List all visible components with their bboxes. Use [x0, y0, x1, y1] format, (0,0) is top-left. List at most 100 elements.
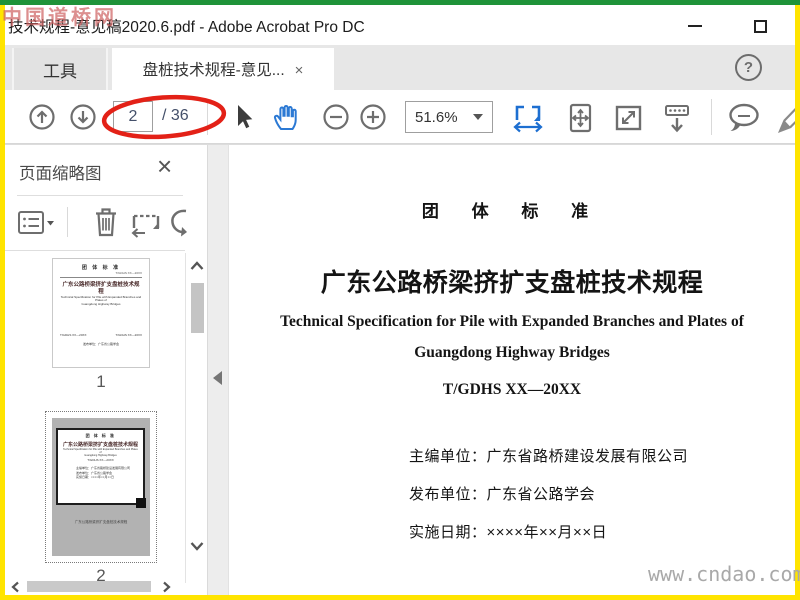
window-frame-right	[795, 0, 800, 600]
arrow-up-circle-icon	[29, 104, 55, 130]
minus-circle-icon	[323, 104, 349, 130]
collapse-panel-icon[interactable]	[213, 371, 222, 385]
doc-publisher: 发布单位：广东省公路学会	[409, 486, 596, 503]
tab-tools[interactable]: 工具	[12, 48, 108, 90]
fit-width-button[interactable]	[511, 102, 545, 134]
mini-standard-number: T/GDHS XX—20XX	[87, 458, 114, 463]
mini-standard-number: T/GDHS XX—20XX	[115, 271, 142, 275]
comment-tool-button[interactable]	[725, 102, 763, 134]
thumbnails-panel: 页面缩略图 × 团 体 标 准 T/GDHS XX—20XX 广东公路桥梁挤扩支…	[5, 145, 207, 596]
doc-chief-editor: 主编单位：广东省路桥建设发展有限公司	[409, 448, 689, 465]
chevron-down-icon	[473, 114, 483, 120]
main-area: 页面缩略图 × 团 体 标 准 T/GDHS XX—20XX 广东公路桥梁挤扩支…	[5, 144, 795, 596]
scroll-down-icon[interactable]	[189, 539, 205, 553]
doc-standard-number: T/GDHS XX—20XX	[442, 381, 582, 398]
mini-title: 广东公路桥梁挤扩支盘桩技术规程	[62, 282, 140, 295]
doc-subtitle-en-2: Guangdong Highway Bridges	[414, 344, 610, 361]
scrolling-mode-button[interactable]	[660, 102, 694, 134]
thumbnail-1-label: 1	[96, 372, 106, 391]
zoom-out-button[interactable]	[321, 102, 351, 132]
trash-icon	[96, 208, 116, 237]
mini-publisher: 发布单位：广东省公路学会	[82, 342, 119, 347]
comment-bubble-icon	[729, 103, 759, 131]
scroll-left-icon[interactable]	[9, 580, 25, 594]
previous-page-button[interactable]	[27, 102, 57, 132]
full-screen-icon	[615, 105, 642, 131]
panel-separator	[67, 207, 68, 237]
mini-header: 团 体 标 准	[81, 265, 121, 271]
zoom-level-select[interactable]: 51.6%	[405, 101, 493, 133]
plus-circle-icon	[360, 104, 386, 130]
full-screen-button[interactable]	[611, 102, 645, 134]
fit-width-icon	[513, 105, 543, 133]
mini-editor-line: 主编单位：广东省路桥建设发展有限公司	[76, 465, 131, 470]
help-button[interactable]: ?	[735, 54, 762, 81]
mini-rule	[60, 277, 142, 278]
mini-editor: T/GDHS XX—20XX	[60, 332, 87, 337]
divider	[5, 250, 185, 251]
doc-standard-type: 团 体 标 准	[421, 202, 603, 221]
maximize-icon	[753, 19, 767, 33]
doc-subtitle-en-1: Technical Specification for Pile with Ex…	[280, 313, 744, 330]
thumbnail-vertical-scrollbar[interactable]	[185, 253, 207, 583]
thumbnail-2-page: 团 体 标 准 广东公路桥梁挤扩支盘桩技术规程 Technical Specif…	[52, 418, 150, 556]
thumbnail-2-viewport[interactable]: 团 体 标 准 广东公路桥梁挤扩支盘桩技术规程 Technical Specif…	[56, 428, 145, 505]
toolbar-separator	[711, 99, 712, 135]
thumbnail-page-1[interactable]: 团 体 标 准 T/GDHS XX—20XX 广东公路桥梁挤扩支盘桩技术规程 T…	[52, 258, 150, 368]
doc-implementation-date: 实施日期：××××年××月××日	[409, 524, 608, 541]
tab-document[interactable]: 盘桩技术规程-意见... ×	[112, 48, 334, 90]
window-frame-left	[0, 0, 5, 600]
scroll-up-icon[interactable]	[189, 259, 205, 273]
thumbnail-options-button[interactable]	[17, 209, 57, 237]
page-number-input[interactable]	[113, 101, 153, 132]
mini-header: 团 体 标 准	[85, 433, 116, 438]
hand-icon	[273, 104, 297, 130]
options-list-icon	[18, 211, 54, 234]
doc-info-block: 主编单位：广东省路桥建设发展有限公司 发布单位：广东省公路学会 实施日期：×××…	[409, 445, 688, 559]
zoom-level-value: 51.6%	[415, 108, 458, 126]
thumbnail-page-2-selected[interactable]: 团 体 标 准 广东公路桥梁挤扩支盘桩技术规程 Technical Specif…	[45, 411, 157, 563]
minimize-button[interactable]	[680, 13, 710, 39]
page-total-label: / 36	[162, 107, 189, 124]
help-icon: ?	[743, 59, 754, 76]
horizontal-scroll-thumb[interactable]	[27, 581, 151, 592]
cursor-arrow-icon	[238, 105, 253, 129]
scroll-right-icon[interactable]	[159, 580, 175, 594]
title-bar: 技术规程-意见稿2020.6.pdf - Adobe Acrobat Pro D…	[5, 5, 795, 45]
window-frame-bottom	[0, 595, 800, 600]
highlight-tool-button[interactable]	[773, 102, 795, 134]
pen-icon	[777, 107, 795, 133]
document-page[interactable]: 团 体 标 准 广东公路桥梁挤扩支盘桩技术规程 Technical Specif…	[229, 145, 795, 596]
tab-bar: 工具 盘桩技术规程-意见... × ?	[5, 45, 795, 90]
tab-document-label: 盘桩技术规程-意见...	[142, 62, 285, 79]
thumbnail-2-caption: 广东公路桥梁挤扩支盘桩技术规程	[74, 520, 128, 524]
maximize-button[interactable]	[745, 13, 775, 39]
viewport-resize-handle[interactable]	[136, 498, 146, 508]
minimize-icon	[688, 25, 702, 27]
fit-page-icon	[569, 103, 592, 133]
doc-title: 广东公路桥梁挤扩支盘桩技术规程	[320, 269, 704, 297]
mini-date: T/GDHS XX—20XX	[115, 332, 142, 337]
divider	[17, 195, 183, 196]
insert-page-icon	[131, 214, 160, 238]
thumbnail-horizontal-scrollbar[interactable]	[7, 579, 185, 594]
rotate-icon	[171, 209, 187, 237]
panel-close-button[interactable]: ×	[157, 151, 172, 182]
select-tool-button[interactable]	[229, 102, 257, 132]
fit-page-button[interactable]	[563, 102, 597, 134]
tab-close-icon[interactable]: ×	[295, 63, 304, 78]
mini-date-line: 实施日期：××××年××月××日	[76, 475, 115, 480]
vertical-scroll-thumb[interactable]	[191, 283, 204, 333]
panel-collapse-gutter[interactable]	[207, 145, 229, 596]
zoom-in-button[interactable]	[358, 102, 388, 132]
insert-page-button[interactable]	[129, 208, 163, 238]
toolbar-separator	[207, 99, 208, 135]
mini-spacer	[60, 307, 142, 333]
delete-page-button[interactable]	[91, 205, 121, 239]
scrolling-mode-icon	[665, 105, 689, 133]
hand-tool-button[interactable]	[269, 102, 301, 132]
next-page-button[interactable]	[68, 102, 98, 132]
window-title: 技术规程-意见稿2020.6.pdf - Adobe Acrobat Pro D…	[8, 19, 365, 36]
mini-subtitle2: Guangdong Highway Bridges	[84, 454, 117, 458]
rotate-page-button[interactable]	[167, 207, 193, 239]
